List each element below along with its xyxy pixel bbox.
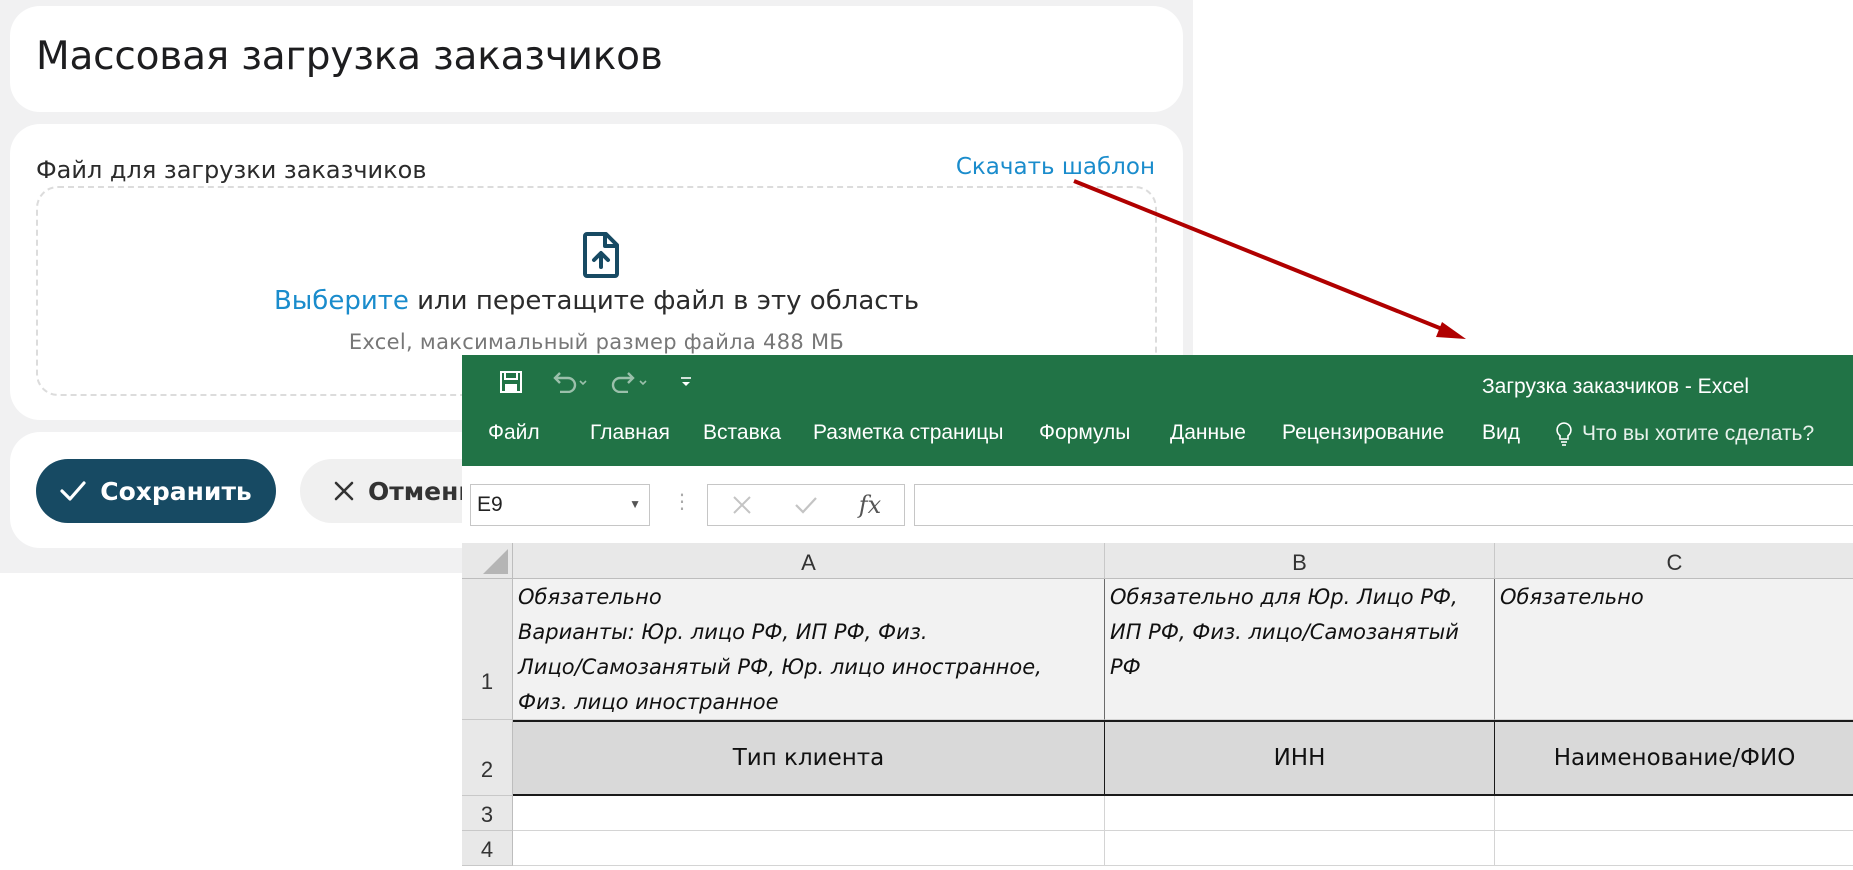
tab-page-layout[interactable]: Разметка страницы <box>813 421 1004 445</box>
cell-a4[interactable] <box>513 831 1105 866</box>
check-icon <box>60 481 86 501</box>
cancel-entry-icon[interactable] <box>722 489 762 521</box>
formula-bar-grip-icon[interactable]: ⋮ <box>672 489 692 514</box>
title-card: Массовая загрузка заказчиков <box>10 6 1183 112</box>
cell-a2[interactable]: Тип клиента <box>513 720 1105 796</box>
tab-insert[interactable]: Вставка <box>703 421 781 445</box>
excel-ribbon: Загрузка заказчиков - Excel Файл Главная… <box>462 355 1853 466</box>
cell-a1[interactable]: Обязательно Варианты: Юр. лицо РФ, ИП РФ… <box>513 579 1105 720</box>
row-header-1[interactable]: 1 <box>462 579 513 720</box>
formula-bar[interactable] <box>914 484 1853 526</box>
lightbulb-icon <box>1556 422 1572 446</box>
cell-a3[interactable] <box>513 796 1105 831</box>
cancel-button-label: Отмени <box>368 476 476 506</box>
tab-file[interactable]: Файл <box>488 421 540 445</box>
tell-me-text: Что вы хотите сделать? <box>1582 422 1815 445</box>
page-title: Массовая загрузка заказчиков <box>36 34 663 79</box>
column-header-c[interactable]: C <box>1495 543 1853 579</box>
cell-c1[interactable]: Обязательно <box>1495 579 1853 720</box>
confirm-entry-icon[interactable] <box>786 489 826 521</box>
undo-icon[interactable] <box>546 367 590 397</box>
quick-access-toolbar <box>462 355 762 411</box>
file-upload-icon <box>583 232 619 278</box>
cell-b2[interactable]: ИНН <box>1105 720 1495 796</box>
cell-c3[interactable] <box>1495 796 1853 831</box>
tab-review[interactable]: Рецензирование <box>1282 421 1444 445</box>
pointer-arrow <box>1073 179 1466 339</box>
column-header-b[interactable]: B <box>1105 543 1495 579</box>
name-box[interactable]: E9 ▼ <box>470 484 650 526</box>
drop-text: или перетащите файл в эту область <box>408 286 920 316</box>
cell-b3[interactable] <box>1105 796 1495 831</box>
tell-me-search[interactable]: Что вы хотите сделать? <box>1554 421 1814 447</box>
spreadsheet-grid: A B C 1 Обязательно Варианты: Юр. лицо Р… <box>462 543 1853 870</box>
row-header-2[interactable]: 2 <box>462 720 513 796</box>
cell-c4[interactable] <box>1495 831 1853 866</box>
close-icon <box>334 481 354 501</box>
formula-buttons: fx <box>707 484 905 526</box>
save-button[interactable]: Сохранить <box>36 459 276 523</box>
chevron-down-icon[interactable]: ▼ <box>629 497 641 511</box>
save-icon[interactable] <box>496 367 526 397</box>
cell-b4[interactable] <box>1105 831 1495 866</box>
cell-b1[interactable]: Обязательно для Юр. Лицо РФ, ИП РФ, Физ.… <box>1105 579 1495 720</box>
row-header-3[interactable]: 3 <box>462 796 513 831</box>
tab-data[interactable]: Данные <box>1170 421 1246 445</box>
excel-window: Загрузка заказчиков - Excel Файл Главная… <box>462 355 1853 870</box>
ribbon-tabs: Файл Главная Вставка Разметка страницы Ф… <box>462 421 1853 455</box>
insert-function-icon[interactable]: fx <box>850 489 890 521</box>
column-header-a[interactable]: A <box>513 543 1105 579</box>
row-header-4[interactable]: 4 <box>462 831 513 866</box>
customize-qat-icon[interactable] <box>676 367 696 397</box>
cell-c2[interactable]: Наименование/ФИО <box>1495 720 1853 796</box>
tab-formulas[interactable]: Формулы <box>1039 421 1130 445</box>
drop-instructions: Выберите или перетащите файл в эту облас… <box>38 286 1155 316</box>
save-button-label: Сохранить <box>100 476 252 506</box>
tab-view[interactable]: Вид <box>1482 421 1520 445</box>
redo-icon[interactable] <box>606 367 650 397</box>
tab-home[interactable]: Главная <box>590 421 670 445</box>
name-box-value: E9 <box>477 493 503 516</box>
file-requirements-hint: Excel, максимальный размер файла 488 МБ <box>348 330 845 354</box>
excel-window-title: Загрузка заказчиков - Excel <box>1482 375 1750 398</box>
choose-file-link[interactable]: Выберите <box>274 286 409 316</box>
upload-field-label: Файл для загрузки заказчиков <box>36 156 427 184</box>
select-all-corner[interactable] <box>462 543 513 579</box>
